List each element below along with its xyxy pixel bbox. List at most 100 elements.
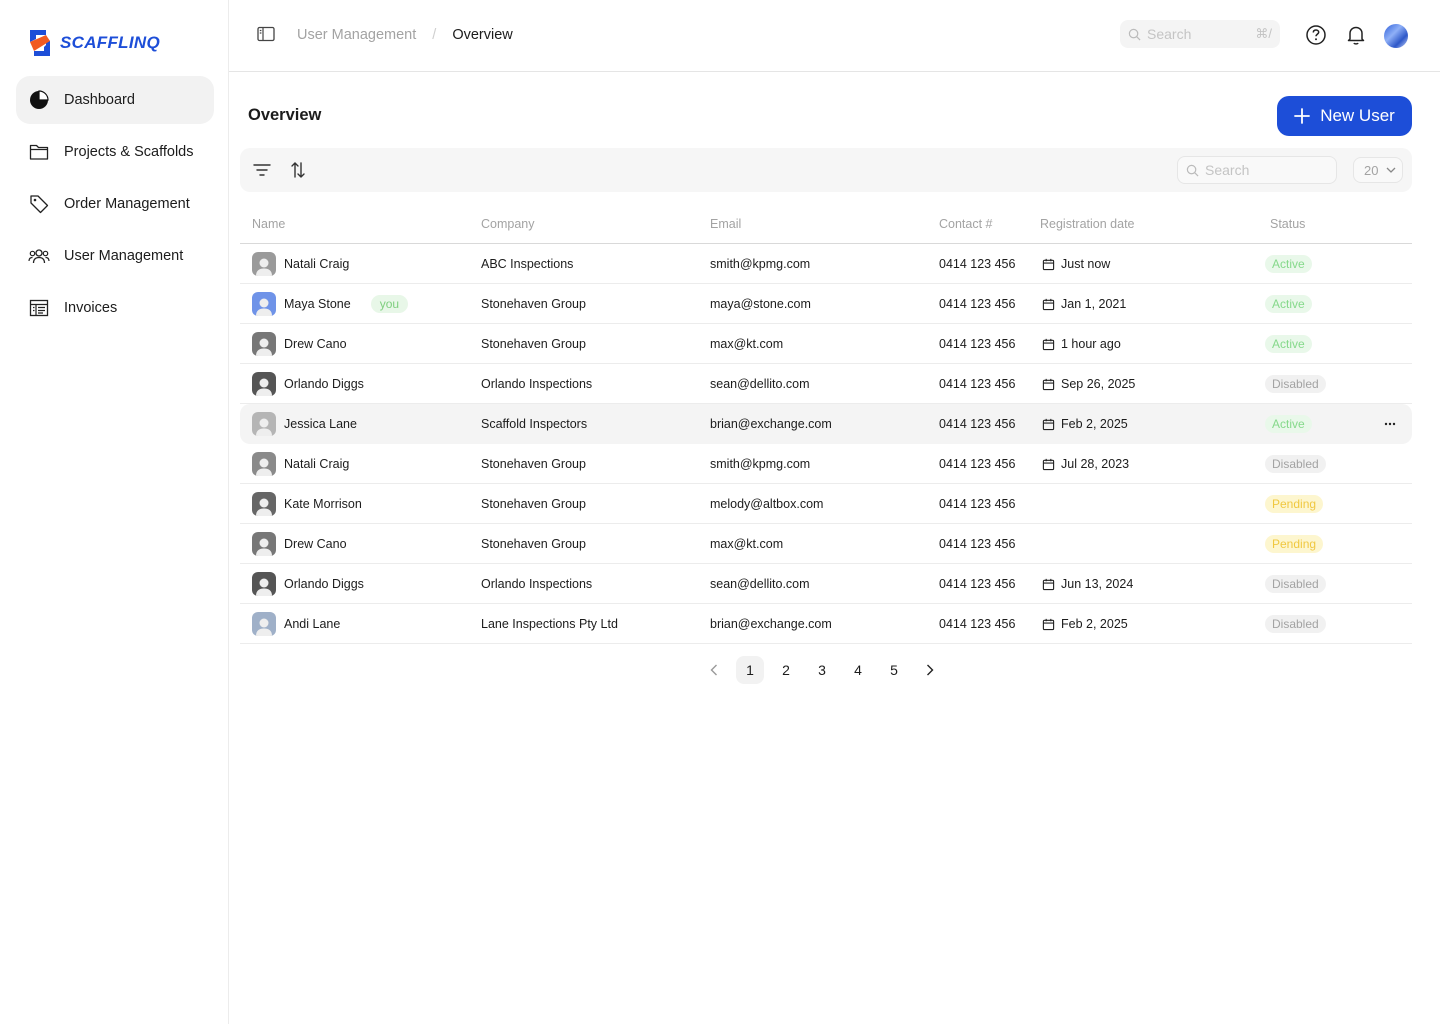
user-name: Orlando Diggs: [284, 377, 364, 391]
status-badge: Active: [1265, 255, 1312, 273]
status-badge: Disabled: [1265, 375, 1326, 393]
column-header-company[interactable]: Company: [481, 217, 535, 231]
avatar: [252, 412, 276, 436]
cell-status: Active: [1265, 284, 1312, 324]
global-search-input[interactable]: Search ⌘/: [1120, 20, 1280, 48]
user-name: Natali Craig: [284, 257, 350, 271]
cell-status: Disabled: [1265, 364, 1326, 404]
registration-date-value: 1 hour ago: [1061, 337, 1121, 351]
cell-contact: 0414 123 456: [939, 257, 1016, 271]
prev-page-button[interactable]: [700, 656, 728, 684]
table-row[interactable]: Drew Cano Stonehaven Group max@kt.com 0414 …: [240, 524, 1412, 564]
invoice-icon: [28, 297, 50, 319]
cell-company: Stonehaven Group: [481, 497, 586, 511]
new-user-button[interactable]: New User: [1277, 96, 1412, 136]
filter-icon[interactable]: [251, 159, 273, 181]
sidebar-item-invoices[interactable]: Invoices: [16, 284, 214, 332]
cell-email: max@kt.com: [710, 337, 784, 351]
column-header-registration-date[interactable]: Registration date: [1040, 217, 1135, 231]
cell-name: Drew Cano: [252, 324, 347, 364]
cell-contact: 0414 123 456: [939, 497, 1016, 511]
avatar: [252, 332, 276, 356]
calendar-icon: [1042, 298, 1055, 311]
cell-status: Disabled: [1265, 444, 1326, 484]
user-name: Drew Cano: [284, 537, 347, 551]
status-badge: Active: [1265, 415, 1312, 433]
cell-name: Natali Craig: [252, 444, 349, 484]
table-row[interactable]: Drew Cano Stonehaven Group max@kt.com 0414 …: [240, 324, 1412, 364]
user-avatar[interactable]: [1384, 24, 1408, 48]
page-button-2[interactable]: 2: [772, 656, 800, 684]
cell-status: Pending: [1265, 484, 1324, 524]
cell-name: Jessica Lane: [252, 404, 357, 444]
search-shortcut: ⌘/: [1255, 26, 1272, 41]
table-row[interactable]: Orlando Diggs Orlando Inspections sean@del…: [240, 564, 1412, 604]
table-row[interactable]: Andi Lane Lane Inspections Pty Ltd brian@e…: [240, 604, 1412, 644]
cell-company: Stonehaven Group: [481, 337, 586, 351]
table-search-input[interactable]: Search: [1177, 156, 1337, 184]
cell-registration-date: Jun 13, 2024: [1042, 564, 1133, 604]
cell-contact: 0414 123 456: [939, 337, 1016, 351]
cell-company: Scaffold Inspectors: [481, 417, 588, 431]
cell-email: brian@exchange.com: [710, 417, 832, 431]
page-size-select[interactable]: 20: [1353, 157, 1403, 183]
calendar-icon: [1042, 418, 1055, 431]
cell-email: sean@dellito.com: [710, 577, 810, 591]
cell-registration-date: Feb 2, 2025: [1042, 404, 1128, 444]
avatar: [252, 292, 276, 316]
sidebar-item-orders[interactable]: Order Management: [16, 180, 214, 228]
breadcrumb-parent[interactable]: User Management: [297, 27, 416, 43]
cell-name: Orlando Diggs: [252, 364, 364, 404]
page-title: Overview: [248, 106, 322, 124]
column-header-email[interactable]: Email: [710, 217, 741, 231]
cell-status: Active: [1265, 244, 1312, 284]
page-button-3[interactable]: 3: [808, 656, 836, 684]
sort-icon[interactable]: [287, 159, 309, 181]
row-actions-more-icon[interactable]: [1382, 404, 1398, 444]
cell-registration-date: Jul 28, 2023: [1042, 444, 1129, 484]
user-name: Jessica Lane: [284, 417, 357, 431]
page-button-1[interactable]: 1: [736, 656, 764, 684]
cell-status: Pending: [1265, 524, 1324, 564]
notification-bell-icon[interactable]: [1345, 24, 1367, 46]
plus-icon: [1294, 108, 1311, 124]
sidebar-toggle-icon[interactable]: [257, 26, 275, 47]
users-table: Name Company Email Contact # Registratio…: [240, 204, 1412, 644]
cell-name: Drew Cano: [252, 524, 347, 564]
sidebar-item-dashboard[interactable]: Dashboard: [16, 76, 214, 124]
table-row[interactable]: Kate Morrison Stonehaven Group melody@altb…: [240, 484, 1412, 524]
page-button-4[interactable]: 4: [844, 656, 872, 684]
cell-name: Andi Lane: [252, 604, 340, 644]
table-row[interactable]: Jessica Lane Scaffold Inspectors brian@exc…: [240, 404, 1412, 444]
registration-date-value: Jun 13, 2024: [1061, 577, 1134, 591]
brand-logo[interactable]: SCAFFLINQ: [28, 28, 160, 58]
calendar-icon: [1042, 458, 1055, 471]
table-row[interactable]: Natali Craig ABC Inspections smith@kpmg.co…: [240, 244, 1412, 284]
pagination: 1 2 3 4 5: [700, 656, 944, 684]
tag-icon: [28, 193, 50, 215]
next-page-button[interactable]: [916, 656, 944, 684]
cell-contact: 0414 123 456: [939, 417, 1016, 431]
table-row[interactable]: Maya Stone you Stonehaven Group maya@stone.…: [240, 284, 1412, 324]
cell-name: Orlando Diggs: [252, 564, 364, 604]
cell-registration-date: Just now: [1042, 244, 1110, 284]
cell-email: melody@altbox.com: [710, 497, 824, 511]
registration-date-value: Just now: [1061, 257, 1111, 271]
sidebar-item-users[interactable]: User Management: [16, 232, 214, 280]
column-header-contact[interactable]: Contact #: [939, 217, 993, 231]
column-header-status[interactable]: Status: [1270, 217, 1305, 231]
cell-name: Maya Stone you: [252, 284, 409, 324]
registration-date-value: Sep 26, 2025: [1061, 377, 1136, 391]
cell-status: Active: [1265, 324, 1312, 364]
sidebar-item-projects[interactable]: Projects & Scaffolds: [16, 128, 214, 176]
cell-contact: 0414 123 456: [939, 297, 1016, 311]
cell-company: Stonehaven Group: [481, 457, 586, 471]
cell-email: smith@kpmg.com: [710, 257, 811, 271]
help-icon[interactable]: [1305, 24, 1327, 46]
brand-name: SCAFFLINQ: [60, 33, 160, 52]
column-header-name[interactable]: Name: [252, 217, 285, 231]
page-button-5[interactable]: 5: [880, 656, 908, 684]
table-row[interactable]: Orlando Diggs Orlando Inspections sean@del…: [240, 364, 1412, 404]
calendar-icon: [1042, 578, 1055, 591]
table-row[interactable]: Natali Craig Stonehaven Group smith@kpmg.c…: [240, 444, 1412, 484]
